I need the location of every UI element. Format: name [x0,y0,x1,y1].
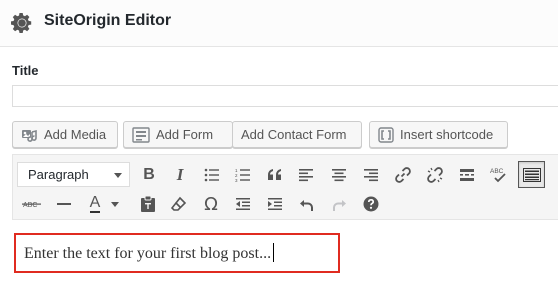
numbered-list-icon: 1 2 3 [235,168,250,182]
gear-icon [11,13,32,33]
bold-button[interactable]: B [136,162,162,188]
bulleted-list-button[interactable] [199,162,225,188]
editor-header: SiteOrigin Editor [0,0,558,47]
insert-shortcode-button[interactable]: Insert shortcode [369,121,508,148]
page-title: SiteOrigin Editor [44,12,172,29]
paste-as-text-button[interactable] [135,191,161,217]
link-icon [395,167,411,183]
add-contact-form-label: Add Contact Form [241,127,347,142]
insert-link-button[interactable] [390,162,416,188]
svg-text:3: 3 [235,178,238,182]
text-color-button[interactable]: A [83,191,107,217]
strikethrough-icon: ABC [22,202,41,209]
align-center-icon [332,169,346,182]
add-media-label: Add Media [44,127,107,142]
strikethrough-button[interactable]: ABC [19,191,45,217]
read-more-icon [460,169,474,181]
spellcheck-icon: ABC [490,168,506,183]
add-form-label: Add Form [156,127,214,142]
align-center-button[interactable] [326,162,352,188]
format-select-value: Paragraph [28,167,89,182]
keyboard-shortcuts-button[interactable] [358,191,384,217]
format-select[interactable]: Paragraph [17,162,130,187]
chevron-down-icon [111,201,119,207]
clear-formatting-button[interactable] [166,191,192,217]
insert-shortcode-label: Insert shortcode [400,127,494,142]
align-left-button[interactable] [293,162,319,188]
shortcode-icon [378,126,394,143]
chevron-down-icon [114,173,122,178]
title-label: Title [12,63,39,78]
align-right-icon [364,169,378,182]
align-left-icon [299,169,313,182]
eraser-icon [171,196,187,211]
omega-icon: Ω [204,193,218,215]
title-input[interactable] [12,85,558,107]
strike-abc-text: ABC [23,202,37,209]
numbered-list-button[interactable]: 1 2 3 [230,162,256,188]
add-form-button[interactable]: Add Form [123,121,233,148]
keyboard-icon [522,167,541,182]
indent-button[interactable] [262,191,288,217]
spellcheck-button[interactable]: ABC [486,162,512,188]
redo-icon [333,200,346,211]
bold-icon: B [143,166,155,183]
text-color-dropdown[interactable] [108,191,122,217]
spell-abc-text: ABC [490,168,504,175]
horizontal-line-button[interactable] [51,191,77,217]
add-media-button[interactable]: Add Media [12,121,118,148]
undo-icon [300,200,313,211]
align-right-button[interactable] [358,162,384,188]
blockquote-icon [268,169,281,180]
italic-button[interactable]: I [167,162,193,188]
help-icon [363,196,379,212]
media-icon [22,129,37,142]
read-more-button[interactable] [454,162,480,188]
form-icon [132,126,150,143]
outdent-button[interactable] [230,191,256,217]
indent-icon [268,198,282,210]
remove-link-button[interactable] [422,162,448,188]
special-character-button[interactable]: Ω [198,191,224,217]
horizontal-line-icon [57,203,71,205]
undo-button[interactable] [294,191,320,217]
clipboard-icon [141,195,155,212]
toolbar-toggle-button[interactable] [518,161,545,188]
blockquote-button[interactable] [262,162,288,188]
highlight-annotation [14,233,340,273]
redo-button[interactable] [326,191,352,217]
italic-icon: I [176,165,184,184]
unlink-icon [427,167,443,183]
text-color-icon: A [89,194,101,213]
add-contact-form-button[interactable]: Add Contact Form [232,121,362,148]
outdent-icon [236,198,250,210]
bulleted-list-icon [204,168,219,182]
